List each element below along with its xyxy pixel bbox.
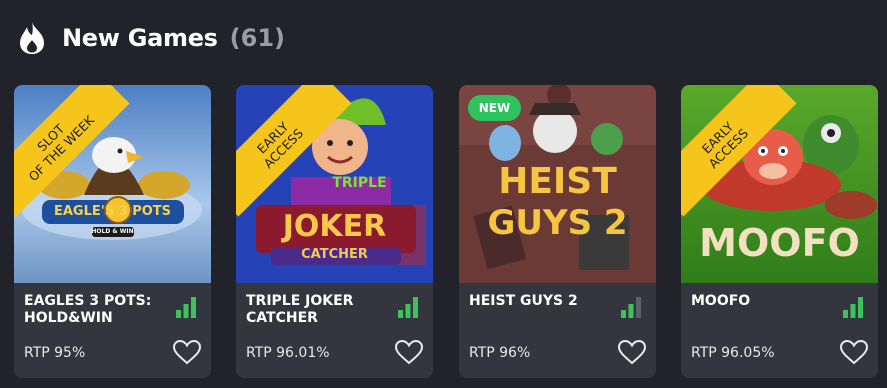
game-art-title-top: TRIPLE [332,175,387,191]
section-header: New Games (61) [18,20,285,56]
volatility-signal-icon [621,297,641,318]
game-card[interactable]: MOOFO EARLY ACCESS MOOFO RTP 96.05% [681,85,878,378]
heart-icon[interactable] [839,339,869,365]
game-name[interactable]: HEIST GUYS 2 [469,293,619,310]
game-rtp: RTP 96% [469,345,531,361]
game-rtp: RTP 96.01% [246,345,330,361]
game-art-title-bottom: GUYS 2 [487,203,628,243]
game-card[interactable]: TRIPLE JOKER CATCHER EARLY ACCESS TRIPLE… [236,85,433,378]
section-count: (61) [229,24,285,52]
new-badge: NEW [468,95,521,121]
flame-icon [20,22,44,54]
game-art-title-bottom: CATCHER [301,247,368,262]
game-name[interactable]: EAGLES 3 POTS: HOLD&WIN [24,293,174,327]
game-thumbnail[interactable]: MOOFO EARLY ACCESS [681,85,878,283]
game-thumbnail[interactable]: TRIPLE JOKER CATCHER EARLY ACCESS [236,85,433,283]
volatility-signal-icon [398,297,418,318]
volatility-signal-icon [176,297,196,318]
game-card[interactable]: HEIST GUYS 2 NEW HEIST GUYS 2 RTP 96% [459,85,656,378]
game-art-title: MOOFO [699,221,860,265]
game-name[interactable]: TRIPLE JOKER CATCHER [246,293,396,327]
game-rtp: RTP 96.05% [691,345,775,361]
heart-icon[interactable] [617,339,647,365]
game-card[interactable]: EAGLE'S 3 POTS HOLD & WIN SLOT OF THE WE… [14,85,211,378]
heart-icon[interactable] [394,339,424,365]
game-art-title: EAGLE'S 3 POTS [53,204,172,219]
game-art-title-main: JOKER [282,209,387,244]
game-art-title-top: HEIST [498,161,617,202]
game-thumbnail[interactable]: HEIST GUYS 2 NEW [459,85,656,283]
section-title: New Games [62,24,218,52]
game-thumbnail[interactable]: EAGLE'S 3 POTS HOLD & WIN SLOT OF THE WE… [14,85,211,283]
game-name[interactable]: MOOFO [691,293,841,310]
volatility-signal-icon [843,297,863,318]
heart-icon[interactable] [172,339,202,365]
game-rtp: RTP 95% [24,345,86,361]
game-art-subtitle: HOLD & WIN [91,228,134,235]
